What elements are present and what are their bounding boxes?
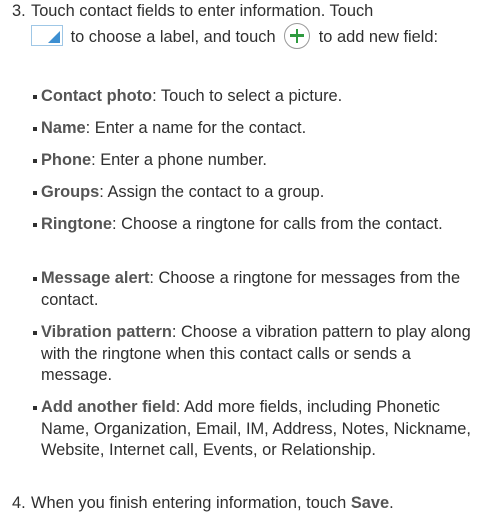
list-item: Message alert: Choose a ringtone for mes… — [33, 268, 483, 311]
step-4-text: When you finish entering information, to… — [31, 494, 394, 512]
list-item: Contact photo: Touch to select a picture… — [33, 86, 483, 108]
list-item: Groups: Assign the contact to a group. — [33, 182, 483, 204]
step-number: 4. — [12, 494, 26, 512]
step-number: 3. — [12, 2, 26, 20]
save-label: Save — [350, 494, 390, 512]
list-item: Name: Enter a name for the contact. — [33, 118, 483, 140]
list-item: Ringtone: Choose a ringtone for calls fr… — [33, 214, 483, 236]
list-item: Phone: Enter a phone number. — [33, 150, 483, 172]
bullet-marker — [33, 223, 37, 227]
list-item: Vibration pattern: Choose a vibration pa… — [33, 322, 483, 387]
bullet-marker — [33, 95, 37, 99]
bullet-marker — [33, 127, 37, 131]
bullet-marker — [33, 191, 37, 195]
step-3-text: Touch contact fields to enter informatio… — [31, 1, 482, 49]
bullet-marker — [33, 406, 37, 410]
bullet-marker — [33, 277, 37, 281]
bullet-marker — [33, 331, 37, 335]
instruction-page: 3. Touch contact fields to enter informa… — [0, 0, 487, 525]
list-item: Add another field: Add more fields, incl… — [33, 397, 483, 462]
step-4: 4. When you finish entering information,… — [12, 493, 482, 515]
add-field-icon — [284, 22, 311, 49]
label-selector-icon — [31, 24, 63, 46]
step-3: 3. Touch contact fields to enter informa… — [12, 1, 482, 49]
bullet-marker — [33, 159, 37, 163]
